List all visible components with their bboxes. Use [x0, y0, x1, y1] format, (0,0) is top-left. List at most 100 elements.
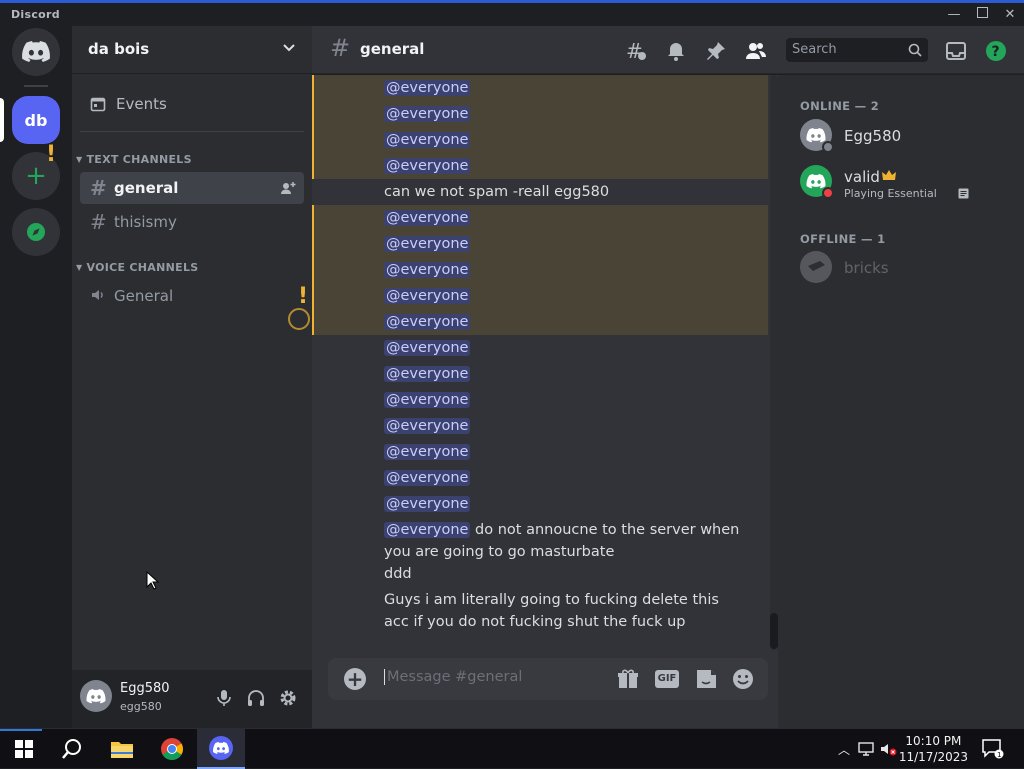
mention-tag[interactable]: @everyone	[384, 106, 471, 122]
gear-icon[interactable]	[278, 688, 298, 708]
message-item[interactable]: @everyone	[384, 467, 744, 489]
notification-center-button[interactable]: 1	[976, 729, 1010, 769]
events-item[interactable]: Events	[80, 88, 304, 120]
mention-tag[interactable]: @everyone	[384, 418, 471, 434]
chrome-button[interactable]	[148, 729, 196, 769]
start-button[interactable]	[0, 729, 48, 769]
bell-icon[interactable]	[665, 40, 687, 62]
member-name: Egg580	[844, 127, 902, 145]
mention-tag[interactable]: @everyone	[384, 444, 471, 460]
mention-tag[interactable]: @everyone	[384, 366, 471, 382]
scrollbar-track[interactable]	[770, 75, 778, 650]
message-list[interactable]: @everyone @everyone @everyone @everyone can …	[312, 75, 778, 650]
category-text-channels[interactable]: ▼ TEXT CHANNELS	[76, 153, 192, 166]
pin-icon[interactable]	[705, 40, 727, 62]
events-label: Events	[116, 95, 167, 113]
server-da-bois[interactable]: db	[12, 96, 60, 144]
compass-icon	[27, 223, 45, 241]
guild-header[interactable]: da bois	[72, 26, 312, 74]
home-button[interactable]	[12, 28, 60, 76]
loading-ring-icon	[288, 308, 310, 330]
mention-tag[interactable]: @everyone	[384, 132, 471, 148]
chevron-up-icon[interactable]: ︿	[838, 741, 850, 758]
headphones-icon[interactable]	[246, 688, 266, 708]
message-item[interactable]: @everyone	[384, 207, 744, 229]
threads-icon[interactable]: #	[625, 40, 647, 62]
message-item[interactable]: @everyone	[384, 493, 744, 515]
mention-tag[interactable]: @everyone	[384, 470, 471, 486]
mention-tag[interactable]: @everyone	[384, 158, 471, 174]
gif-button[interactable]: GIF	[655, 670, 679, 688]
upload-plus-button[interactable]: +	[344, 668, 366, 690]
notification-count: 1	[997, 751, 1001, 759]
message-item[interactable]: @everyone do not annoucne to the server …	[384, 519, 744, 563]
message-item[interactable]: @everyone	[384, 259, 744, 281]
message-item[interactable]: can we not spam -reall egg580	[384, 181, 744, 203]
online-header: ONLINE — 2	[800, 99, 879, 113]
message-item[interactable]: @everyone	[384, 129, 744, 151]
taskbar-search-button[interactable]	[48, 729, 96, 769]
mention-tag[interactable]: @everyone	[384, 210, 471, 226]
scrollbar-thumb[interactable]	[770, 613, 778, 649]
mention-tag[interactable]: @everyone	[384, 314, 471, 330]
message-item[interactable]: @everyone	[384, 155, 744, 177]
sticker-icon[interactable]	[694, 668, 718, 690]
message-item[interactable]: @everyone	[384, 233, 744, 255]
search-placeholder: Search	[792, 42, 837, 57]
mention-tag[interactable]: @everyone	[384, 522, 471, 538]
mention-tag[interactable]: @everyone	[384, 340, 471, 356]
user-avatar[interactable]	[80, 680, 112, 712]
user-panel: Egg580 egg580	[72, 670, 312, 728]
rich-presence-icon	[958, 188, 969, 199]
message-item[interactable]: @everyone	[384, 389, 744, 411]
user-username: egg580	[120, 700, 162, 713]
discord-taskbar-button[interactable]	[197, 729, 245, 769]
system-tray: ︿	[838, 729, 898, 769]
mention-tag[interactable]: @everyone	[384, 80, 471, 96]
message-item[interactable]: @everyone	[384, 441, 744, 463]
mention-tag[interactable]: @everyone	[384, 496, 471, 512]
message-item[interactable]: Guys i am literally going to fucking del…	[384, 589, 744, 633]
close-window-button[interactable]: ✕	[996, 5, 1024, 25]
help-icon[interactable]: ?	[985, 40, 1007, 62]
mention-tag[interactable]: @everyone	[384, 288, 471, 304]
mention-tag[interactable]: @everyone	[384, 262, 471, 278]
hash-icon: #	[330, 34, 351, 62]
inbox-icon[interactable]	[945, 40, 967, 62]
mention-tag[interactable]: @everyone	[384, 392, 471, 408]
chrome-icon	[161, 738, 183, 760]
member-bricks[interactable]: bricks	[800, 249, 1000, 289]
file-explorer-button[interactable]	[98, 729, 146, 769]
member-list-icon[interactable]	[745, 40, 767, 62]
message-item[interactable]: @everyone	[384, 77, 744, 99]
taskbar-clock[interactable]: 10:10 PM 11/17/2023	[899, 733, 968, 765]
message-item[interactable]: @everyone	[384, 415, 744, 437]
member-valid[interactable]: valid Playing Essential	[800, 163, 1000, 203]
message-item[interactable]: @everyone	[384, 285, 744, 307]
message-item[interactable]: @everyone	[384, 103, 744, 125]
search-input[interactable]: Search	[786, 38, 928, 62]
message-item[interactable]: @everyone	[384, 363, 744, 385]
message-item[interactable]: @everyone	[384, 311, 744, 333]
network-icon[interactable]	[858, 742, 874, 756]
channel-voice-general[interactable]: General	[80, 280, 304, 312]
microphone-icon[interactable]	[214, 688, 234, 708]
chevron-down-icon	[283, 44, 295, 52]
minimize-button[interactable]: —	[940, 5, 968, 25]
explore-servers-button[interactable]	[12, 208, 60, 256]
channel-thisismy[interactable]: # thisismy	[80, 206, 304, 238]
emoji-icon[interactable]	[731, 668, 755, 690]
crown-icon	[882, 170, 896, 180]
category-voice-channels[interactable]: ▼ VOICE CHANNELS	[76, 261, 198, 274]
maximize-button[interactable]	[968, 5, 996, 25]
mention-tag[interactable]: @everyone	[384, 236, 471, 252]
message-input[interactable]	[384, 669, 604, 685]
member-egg580[interactable]: Egg580	[800, 117, 1000, 157]
member-avatar	[800, 251, 832, 283]
message-item[interactable]: ddd	[384, 563, 744, 585]
channel-general[interactable]: # general	[80, 172, 304, 204]
gift-icon[interactable]	[616, 668, 640, 690]
message-item[interactable]: @everyone	[384, 337, 744, 359]
volume-muted-icon[interactable]	[880, 742, 898, 756]
add-member-icon[interactable]	[280, 180, 296, 196]
